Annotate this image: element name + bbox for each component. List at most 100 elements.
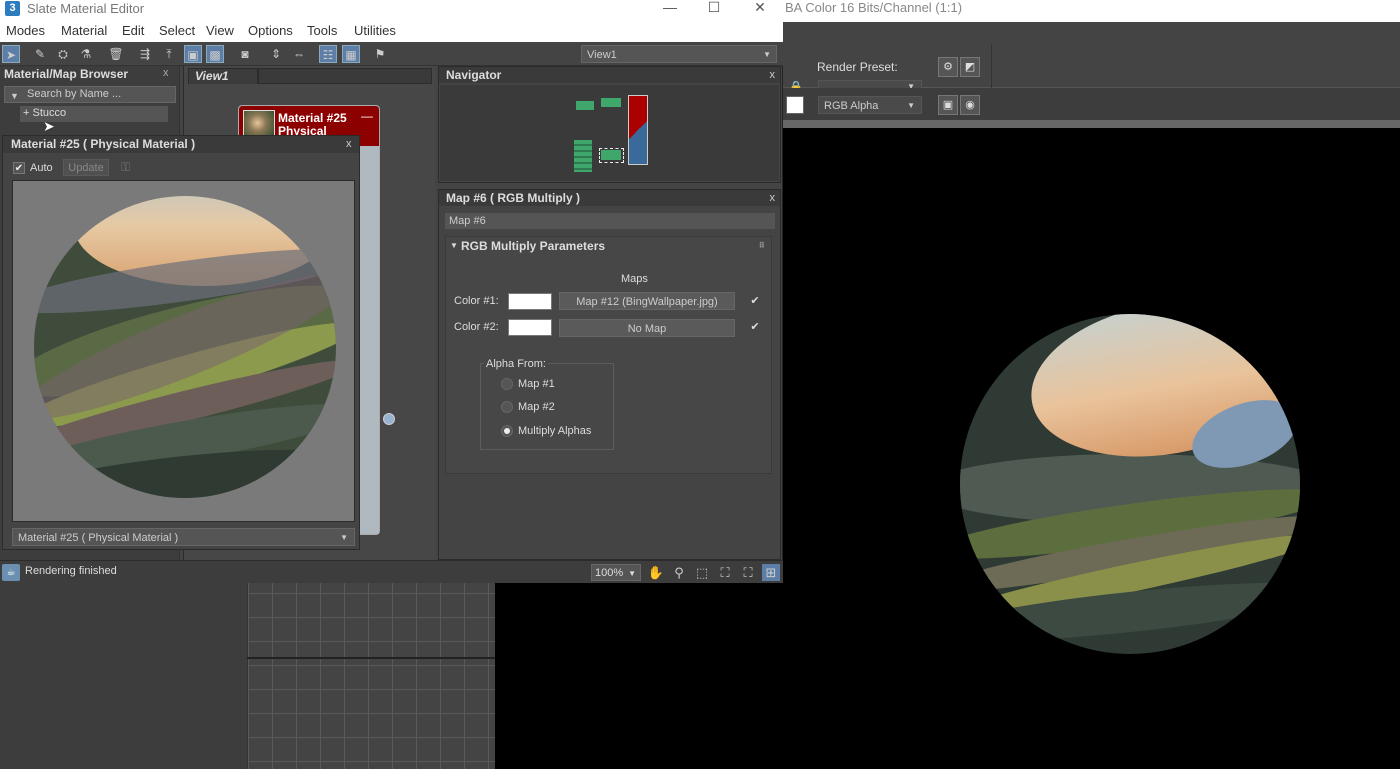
frame-buffer-channel-bar: RGB Alpha ▼ ▣ ◉ (783, 88, 1400, 120)
collapse-icon[interactable]: — (361, 109, 373, 123)
color2-swatch[interactable] (508, 319, 552, 336)
alpha-option-label: Map #2 (518, 401, 555, 413)
zoom-select[interactable]: 100% ▼ (591, 564, 641, 581)
alpha-from-label: Alpha From: (484, 358, 548, 370)
mouse-cursor-icon: ➤ (43, 118, 55, 134)
zoom-extents-selected-icon[interactable]: ⛶ (739, 564, 757, 581)
expand-triangle-icon[interactable]: ▼ (10, 89, 19, 104)
color1-swatch[interactable] (508, 293, 552, 310)
preview-sphere (34, 196, 336, 498)
color-swatch[interactable] (786, 96, 804, 114)
color2-map-button[interactable]: No Map (559, 319, 735, 337)
show-map-viewport-icon[interactable]: ▣ (184, 45, 202, 63)
nav-node (601, 98, 621, 107)
layout-horizontal-icon[interactable]: ⇔ (290, 45, 308, 63)
navigator-title: Navigator (439, 67, 780, 83)
chevron-down-icon: ▼ (907, 101, 915, 110)
tab-strip (258, 68, 432, 84)
search-input[interactable]: ▼ Search by Name ... (4, 86, 176, 103)
environment-icon[interactable]: ◩ (960, 57, 980, 77)
alpha-from-group: Map #1 Map #2 Multiply Alphas (480, 363, 614, 450)
delete-icon[interactable]: 🗑 (107, 45, 125, 63)
search-placeholder: Search by Name ... (27, 88, 122, 100)
alpha-radio-multiply[interactable] (501, 425, 513, 437)
chevron-down-icon: ▼ (763, 50, 771, 59)
maximize-button[interactable]: ☐ (692, 0, 736, 20)
alpha-radio-map1[interactable] (501, 378, 513, 390)
zoom-region-icon[interactable]: ⬚ (693, 564, 711, 581)
chevron-down-icon: ▼ (340, 533, 348, 542)
nav-node (576, 101, 594, 110)
zoom-magnifier-icon[interactable]: ⚲ (670, 564, 688, 581)
hide-slots-icon[interactable]: ⤒ (160, 45, 178, 63)
maps-label: Maps (621, 273, 648, 285)
color1-map-checkbox[interactable]: ✔ (748, 294, 762, 308)
update-button[interactable]: Update (63, 159, 109, 176)
lock-icon[interactable]: ⚿ (121, 160, 130, 175)
pan-to-selected-icon[interactable]: ⊞ (762, 564, 780, 581)
render-setup-icon[interactable]: ⚙ (938, 57, 958, 77)
auto-checkbox[interactable]: ✔ (13, 162, 25, 174)
put-to-scene-icon[interactable]: ⛭ (54, 45, 72, 63)
material-map-browser-icon[interactable]: ☷ (319, 45, 337, 63)
menu-options[interactable]: Options (248, 23, 293, 38)
navigator-canvas[interactable] (440, 85, 779, 181)
menu-select[interactable]: Select (159, 23, 195, 38)
zoom-extents-icon[interactable]: ⛶ (716, 564, 734, 581)
nav-view-frame[interactable] (628, 95, 648, 165)
chevron-down-icon: ▼ (628, 569, 636, 578)
rendered-sphere (960, 314, 1300, 654)
menu-material[interactable]: Material (61, 23, 107, 38)
viewport-axis (247, 657, 495, 659)
select-by-material-icon[interactable]: ⚑ (371, 45, 389, 63)
close-icon[interactable]: x (346, 136, 352, 153)
color1-map-button[interactable]: Map #12 (BingWallpaper.jpg) (559, 292, 735, 310)
alpha-radio-map2[interactable] (501, 401, 513, 413)
view-select[interactable]: View1 ▼ (581, 45, 777, 63)
menu-tools[interactable]: Tools (307, 23, 337, 38)
app-icon: 3 (5, 1, 20, 16)
editor-toolbar: ➤ ✎ ⛭ ⚗ 🗑 ⇶ ⤒ ▣ ▩ ◙ ⇕ ⇔ ☷ ▦ ⚑ View1 ▼ (0, 42, 783, 66)
select-tool-icon[interactable]: ➤ (2, 45, 20, 63)
background-mode-icon[interactable]: ◙ (236, 45, 254, 63)
layout-vertical-icon[interactable]: ⇕ (267, 45, 285, 63)
preview-material-select[interactable]: Material #25 ( Physical Material ) ▼ (12, 528, 355, 546)
display-icon[interactable]: ▣ (938, 95, 958, 115)
pan-hand-icon[interactable]: ✋ (647, 564, 665, 581)
frame-buffer-toolbar: 🔒 Render Preset: ▼ ⚙ ◩ (783, 22, 1400, 110)
channel-select[interactable]: RGB Alpha ▼ (818, 96, 922, 114)
move-children-icon[interactable]: ⇶ (136, 45, 154, 63)
preview-title: Material #25 ( Physical Material ) (3, 136, 359, 153)
menu-modes[interactable]: Modes (6, 23, 45, 38)
menu-utilities[interactable]: Utilities (354, 23, 396, 38)
material-preview-dialog: Material #25 ( Physical Material ) x ✔ A… (2, 135, 360, 550)
collapse-triangle-icon: ▼ (450, 241, 458, 250)
status-bar: ☕ Rendering finished 100% ▼ ✋ ⚲ ⬚ ⛶ ⛶ ⊞ (0, 560, 783, 583)
frame-buffer-title: BA Color 16 Bits/Channel (1:1) (783, 0, 1400, 22)
map-name-field[interactable]: Map #6 (445, 213, 775, 229)
color2-map-checkbox[interactable]: ✔ (748, 320, 762, 334)
close-icon[interactable]: x (770, 67, 776, 83)
close-icon[interactable]: x (770, 190, 776, 206)
minimize-button[interactable]: — (648, 0, 692, 20)
output-socket[interactable] (383, 413, 395, 425)
close-button[interactable]: ✕ (738, 0, 782, 20)
editor-title: Slate Material Editor (27, 1, 145, 16)
menu-edit[interactable]: Edit (122, 23, 144, 38)
parameter-editor-icon[interactable]: ▦ (342, 45, 360, 63)
show-background-icon[interactable]: ▩ (206, 45, 224, 63)
assign-material-icon[interactable]: ⚗ (77, 45, 95, 63)
eye-icon[interactable]: ◉ (960, 95, 980, 115)
menu-view[interactable]: View (206, 23, 234, 38)
material-preview-viewport[interactable] (12, 180, 355, 522)
alpha-option-label: Map #1 (518, 378, 555, 390)
grip-icon[interactable]: ⠿ (759, 237, 765, 255)
tab-view1[interactable]: View1 (188, 68, 258, 84)
auto-label: Auto (30, 162, 53, 174)
rollout-header[interactable]: ▼ RGB Multiply Parameters ⠿ (446, 237, 771, 255)
pick-material-icon[interactable]: ✎ (31, 45, 49, 63)
close-icon[interactable]: x (163, 67, 169, 79)
browser-title: Material/Map Browser (4, 67, 129, 81)
map-panel-title: Map #6 ( RGB Multiply ) (439, 190, 780, 206)
navigator-panel: Navigator x (438, 66, 781, 183)
